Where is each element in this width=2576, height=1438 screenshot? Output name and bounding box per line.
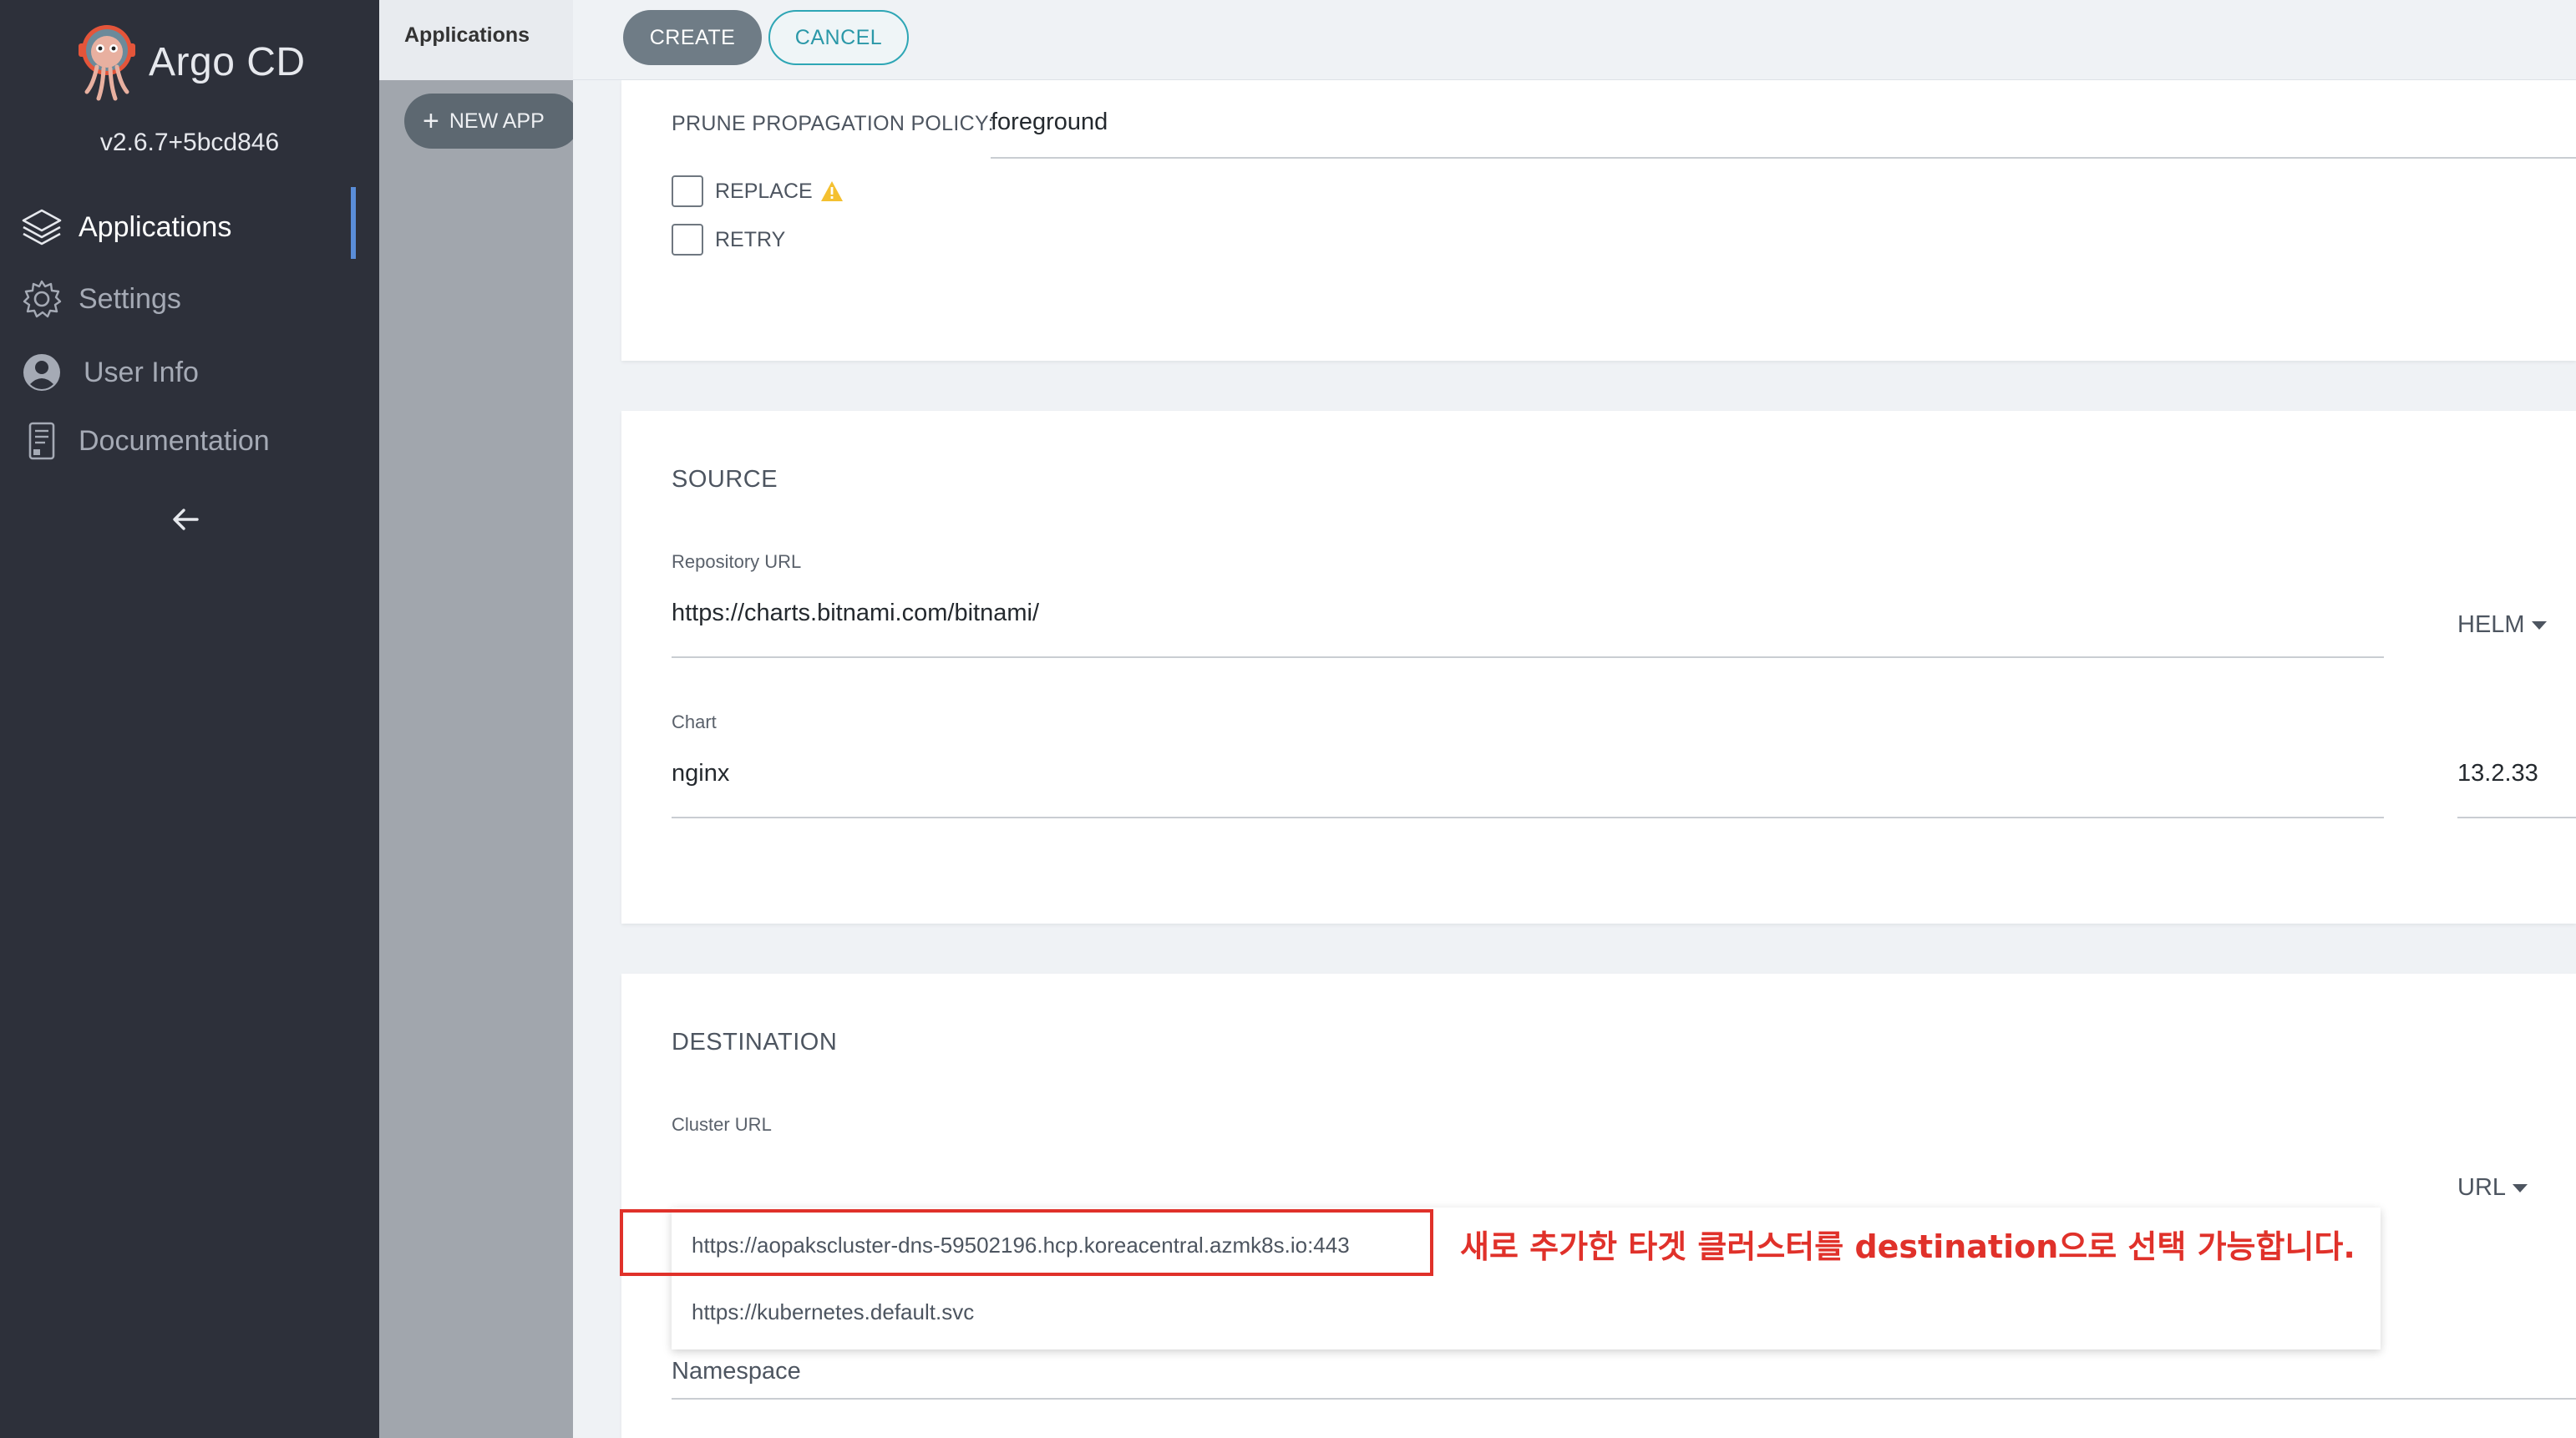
cluster-type-dropdown[interactable]: URL [2457,1174,2528,1202]
cluster-suggestion-kubernetes-default[interactable]: https://kubernetes.default.svc [692,1299,974,1325]
namespace-underline [672,1398,2576,1400]
cancel-button[interactable]: CANCEL [768,10,909,65]
chart-version-input[interactable]: 13.2.33 [2457,760,2538,787]
sidebar-item-settings[interactable]: Settings [0,266,379,332]
source-card: SOURCE Repository URL https://charts.bit… [621,411,2576,924]
namespace-input[interactable]: Namespace [672,1358,801,1385]
annotation-text: 새로 추가한 타겟 클러스터를 destination으로 선택 가능합니다. [1460,1228,2355,1265]
source-title: SOURCE [672,466,778,493]
cluster-type-label: URL [2457,1174,2507,1201]
user-icon [23,354,60,391]
retry-checkbox[interactable] [672,224,703,256]
brand[interactable]: Argo CD [75,22,306,102]
panel-toolbar: CREATE CANCEL [573,0,2576,80]
prune-policy-label: PRUNE PROPAGATION POLICY: [672,112,994,135]
destination-card: DESTINATION Cluster URL URL https://aopa… [621,974,2576,1438]
version-label: v2.6.7+5bcd846 [99,129,280,156]
new-app-label: NEW APP [449,109,545,133]
retry-option: RETRY [672,224,785,256]
chart-input[interactable]: nginx [672,760,729,787]
annotation-highlight-box [620,1209,1433,1276]
create-button[interactable]: CREATE [623,10,762,65]
repo-type-dropdown[interactable]: HELM [2457,611,2547,639]
caret-down-icon [2513,1183,2528,1192]
sidebar-item-label: User Info [84,356,199,388]
chart-version-underline [2457,817,2576,818]
applications-panel: Applications + NEW APP [379,0,580,1438]
app-root: Argo CD v2.6.7+5bcd846 Applications Sett… [0,0,2576,1438]
prune-policy-underline [991,157,2576,159]
sidebar-item-label: Applications [79,210,232,243]
repo-type-label: HELM [2457,611,2525,638]
chart-underline [672,817,2384,818]
sidebar-item-documentation[interactable]: Documentation [0,408,379,474]
layers-icon [22,209,62,246]
argo-logo-icon [79,25,135,101]
sidebar-item-user-info[interactable]: User Info [0,339,379,406]
sidebar-item-label: Documentation [79,424,270,457]
page-title: Applications [404,23,530,47]
repo-url-input[interactable]: https://charts.bitnami.com/bitnami/ [672,600,1039,627]
retry-label: RETRY [715,227,786,251]
cluster-url-label: Cluster URL [672,1114,772,1135]
caret-down-icon [2531,620,2547,630]
replace-option: REPLACE [672,175,844,207]
brand-name: Argo CD [149,39,306,84]
destination-title: DESTINATION [672,1029,838,1056]
warning-icon [820,181,843,201]
book-icon [28,422,55,460]
arrow-left-icon[interactable] [169,503,202,536]
replace-label: REPLACE [715,179,813,203]
chart-label: Chart [672,711,717,732]
repo-url-underline [672,656,2384,658]
applications-header: Applications [379,0,573,80]
sidebar: Argo CD v2.6.7+5bcd846 Applications Sett… [0,0,379,1438]
sync-options-card: PRUNE PROPAGATION POLICY: foreground REP… [621,80,2576,361]
sidebar-item-applications[interactable]: Applications [0,187,379,261]
replace-checkbox[interactable] [672,175,703,207]
prune-policy-select[interactable]: foreground [991,109,1108,136]
gear-icon [23,280,62,318]
plus-icon: + [423,105,439,137]
repo-url-label: Repository URL [672,551,802,572]
sidebar-item-label: Settings [79,282,181,315]
new-app-button[interactable]: + NEW APP [404,94,580,149]
